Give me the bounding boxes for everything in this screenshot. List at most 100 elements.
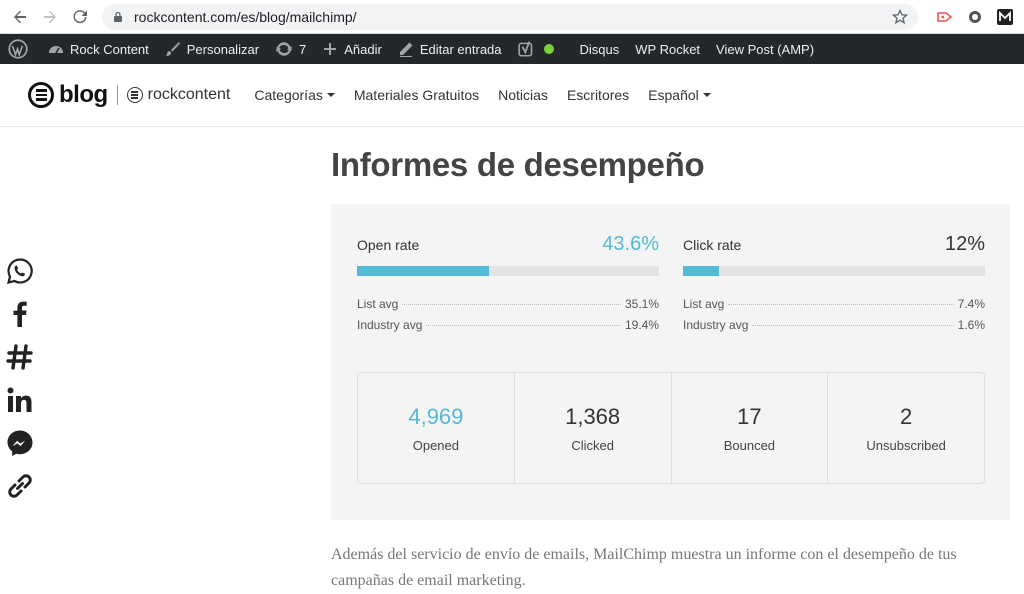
site-name-label: Rock Content xyxy=(70,41,149,57)
open-rate-panel: Open rate 43.6% List avg 35.1% Industry a… xyxy=(357,233,659,332)
extension-red-icon[interactable] xyxy=(934,6,956,28)
stat-clicked: 1,368 Clicked xyxy=(515,373,672,483)
click-rate-bar xyxy=(683,266,985,276)
view-post-amp-link[interactable]: View Post (AMP) xyxy=(708,34,822,64)
star-icon[interactable] xyxy=(892,8,908,25)
stat-opened: 4,969 Opened xyxy=(358,373,515,483)
site-header: blog rockcontent Categorías Materiales G… xyxy=(0,64,1024,127)
yoast-seo-button[interactable] xyxy=(510,34,562,64)
industry-avg-value: 19.4% xyxy=(624,318,659,332)
list-avg-label: List avg xyxy=(357,297,399,311)
wordpress-icon xyxy=(8,39,28,59)
menu-item-idioma[interactable]: Español xyxy=(648,87,711,103)
share-copy-link-button[interactable] xyxy=(5,471,35,501)
edit-post-link[interactable]: Editar entrada xyxy=(390,34,510,64)
seo-status-dot xyxy=(543,44,554,54)
stat-number: 1,368 xyxy=(565,403,621,429)
open-rate-value: 43.6% xyxy=(602,233,659,255)
wordpress-logo-button[interactable] xyxy=(0,34,40,64)
whatsapp-icon xyxy=(6,258,33,285)
blog-logo-icon xyxy=(28,82,54,108)
click-rate-panel: Click rate 12% List avg 7.4% Industry avg… xyxy=(683,233,985,332)
add-new-label: Añadir xyxy=(344,41,382,57)
menu-item-noticias[interactable]: Noticias xyxy=(498,87,548,103)
slack-icon xyxy=(6,344,33,370)
share-linkedin-button[interactable] xyxy=(5,385,35,415)
industry-avg-value: 1.6% xyxy=(957,318,985,332)
menu-item-materiales[interactable]: Materiales Gratuitos xyxy=(354,87,479,103)
logo-divider xyxy=(116,85,118,105)
industry-avg-label: Industry avg xyxy=(357,318,423,332)
brush-icon xyxy=(165,42,180,56)
blog-logo[interactable]: blog xyxy=(28,81,108,109)
updates-icon xyxy=(276,42,292,56)
stat-label: Clicked xyxy=(571,437,614,453)
stat-number: 4,969 xyxy=(408,403,464,429)
dashboard-icon xyxy=(49,46,63,54)
add-new-link[interactable]: Añadir xyxy=(314,34,390,64)
share-sidebar xyxy=(5,256,37,514)
wp-rocket-label: WP Rocket xyxy=(635,41,701,57)
linkedin-icon xyxy=(7,387,32,412)
main-menu: Categorías Materiales Gratuitos Noticias… xyxy=(254,87,729,103)
menu-item-label: Escritores xyxy=(566,87,630,103)
back-button[interactable] xyxy=(8,5,32,29)
click-rate-bar-fill xyxy=(683,266,720,276)
menu-item-categorias[interactable]: Categorías xyxy=(254,87,335,103)
open-rate-label: Open rate xyxy=(357,237,420,253)
url-text: rockcontent.com/es/blog/mailchimp/ xyxy=(134,8,357,25)
caret-down-icon xyxy=(326,93,335,97)
article-paragraph: Además del servicio de envío de emails, … xyxy=(331,546,957,589)
list-avg-label: List avg xyxy=(683,297,725,311)
menu-item-label: Categorías xyxy=(254,87,323,103)
share-facebook-button[interactable] xyxy=(5,299,35,329)
lock-icon xyxy=(114,11,122,22)
messenger-icon xyxy=(7,430,33,456)
wp-admin-bar: Rock Content Personalizar 7 Añadir Edita… xyxy=(0,34,1024,64)
updates-link[interactable]: 7 xyxy=(267,34,314,64)
yoast-icon xyxy=(517,41,532,57)
link-icon xyxy=(8,474,32,498)
blog-logo-text: blog xyxy=(59,81,108,108)
site-name-link[interactable]: Rock Content xyxy=(40,34,157,64)
share-whatsapp-button[interactable] xyxy=(5,256,35,286)
share-messenger-button[interactable] xyxy=(5,428,35,458)
stat-label: Opened xyxy=(412,437,459,453)
stat-bounced: 17 Bounced xyxy=(672,373,829,483)
browser-toolbar: rockcontent.com/es/blog/mailchimp/ xyxy=(0,0,1024,34)
rockcontent-logo[interactable]: rockcontent xyxy=(126,86,231,104)
customize-link[interactable]: Personalizar xyxy=(157,34,267,64)
arrow-right-icon xyxy=(44,10,56,23)
menu-item-escritores[interactable]: Escritores xyxy=(567,87,629,103)
rockcontent-logo-text: rockcontent xyxy=(147,86,231,103)
menu-item-label: Español xyxy=(648,87,699,103)
menu-item-label: Materiales Gratuitos xyxy=(353,87,480,103)
stat-number: 2 xyxy=(900,403,913,429)
arrow-left-icon xyxy=(14,10,26,23)
stat-number: 17 xyxy=(737,403,762,429)
forward-button[interactable] xyxy=(38,5,62,29)
click-list-avg-row: List avg 7.4% xyxy=(683,297,985,311)
reload-icon xyxy=(73,9,87,23)
facebook-icon xyxy=(13,301,27,327)
stat-label: Bounced xyxy=(723,437,776,453)
extension-m-icon[interactable] xyxy=(994,6,1016,28)
disqus-link[interactable]: Disqus xyxy=(562,34,628,64)
open-industry-avg-row: Industry avg 19.4% xyxy=(357,318,659,332)
click-industry-avg-row: Industry avg 1.6% xyxy=(683,318,985,332)
stats-grid: 4,969 Opened 1,368 Clicked 17 Bounced 2 … xyxy=(357,372,985,484)
reload-button[interactable] xyxy=(68,5,92,29)
mailchimp-report-image: Open rate 43.6% List avg 35.1% Industry a… xyxy=(331,204,1010,520)
address-bar[interactable]: rockcontent.com/es/blog/mailchimp/ xyxy=(102,3,918,30)
open-rate-bar-fill xyxy=(357,266,489,276)
industry-avg-label: Industry avg xyxy=(683,318,749,332)
rockcontent-logo-icon xyxy=(126,87,143,103)
wp-rocket-link[interactable]: WP Rocket xyxy=(627,34,708,64)
plus-icon xyxy=(324,43,337,55)
click-rate-label: Click rate xyxy=(683,237,742,253)
extension-circle-icon[interactable] xyxy=(964,6,986,28)
section-heading: Informes de desempeño xyxy=(331,146,705,183)
list-avg-value: 7.4% xyxy=(957,297,985,311)
share-slack-button[interactable] xyxy=(5,342,35,372)
menu-item-label: Noticias xyxy=(498,87,548,103)
